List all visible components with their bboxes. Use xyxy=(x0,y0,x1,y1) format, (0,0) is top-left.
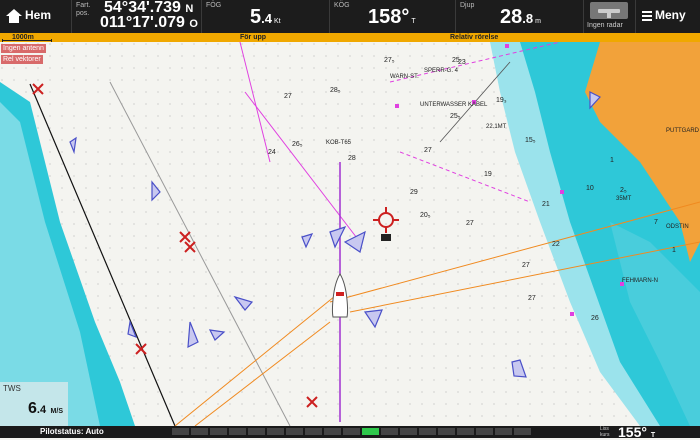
sounding: 10 xyxy=(586,185,594,192)
sounding: 28₅ xyxy=(330,87,341,94)
sounding: 21 xyxy=(542,201,550,208)
sounding: 2₅ xyxy=(620,187,627,194)
chart-label: WARN-ST. xyxy=(390,74,419,80)
xte-segment xyxy=(172,428,189,435)
chart-label: ODSTIN xyxy=(666,224,689,230)
depth-cell: Djup 28.8 m xyxy=(456,0,584,33)
sounding: 29 xyxy=(410,189,418,196)
fog-cell: FÖG 5.4 Kt xyxy=(202,0,330,33)
sounding: 1 xyxy=(672,247,676,254)
xte-segment xyxy=(343,428,360,435)
sounding: 1 xyxy=(610,157,614,164)
status-bar: Hem Fart. pos. 54°34'.739 N 011°17'.079 … xyxy=(0,0,700,33)
xte-segment xyxy=(286,428,303,435)
xte-segment xyxy=(457,428,474,435)
chart-label: 35MT xyxy=(616,196,632,202)
chart-label: KOB-T65 xyxy=(326,140,352,146)
xte-segment xyxy=(191,428,208,435)
home-icon xyxy=(6,9,22,23)
xte-segment xyxy=(362,428,379,435)
sounding: 24 xyxy=(268,149,276,156)
longitude-value: 011°17'.079 O xyxy=(100,14,198,31)
xte-segment xyxy=(400,428,417,435)
sounding: 27 xyxy=(284,93,292,100)
pilot-bar: Pilotstatus: Auto Liss kurs 155° T xyxy=(0,424,700,440)
home-button[interactable]: Hem xyxy=(0,0,72,33)
xte-segment xyxy=(324,428,341,435)
fog-value: 5.4 Kt xyxy=(250,6,281,28)
chart-label: 22.1MT xyxy=(486,124,507,130)
sounding: 25₅ xyxy=(450,113,461,120)
menu-icon xyxy=(642,11,652,21)
sounding: 7 xyxy=(654,219,658,226)
rel-vectors-indicator: Rel vektorer xyxy=(1,55,43,64)
sounding: 27₅ xyxy=(384,57,395,64)
sounding: 27 xyxy=(522,262,530,269)
tws-panel[interactable]: TWS 6.4 M/S xyxy=(0,382,68,426)
sounding: 27 xyxy=(528,295,536,302)
kog-value: 158° T xyxy=(368,6,416,28)
no-antenna-indicator: Ingen antenn xyxy=(1,44,46,53)
motion-label[interactable]: Relativ rörelse xyxy=(450,33,498,42)
xte-segment xyxy=(267,428,284,435)
chart-info-bar: 1000m För upp Relativ rörelse xyxy=(0,33,700,42)
sounding: 22 xyxy=(552,241,560,248)
xte-segment xyxy=(495,428,512,435)
xte-segment xyxy=(476,428,493,435)
sounding: 28 xyxy=(348,155,356,162)
sounding: 15₅ xyxy=(525,137,536,144)
pilot-status[interactable]: Pilotstatus: Auto xyxy=(40,427,104,436)
nautical-chart[interactable]: 27₅ 28₅ 23 19₃ 25₅ 28 26₅ 27 29 15₅ 21 2… xyxy=(0,42,700,426)
position-label: Fart. pos. xyxy=(76,2,91,17)
tws-value: 6.4 M/S xyxy=(28,400,63,417)
position-cell: Fart. pos. 54°34'.739 N 011°17'.079 O xyxy=(72,0,202,33)
radar-button[interactable]: Ingen radar xyxy=(584,0,636,33)
xte-segment xyxy=(419,428,436,435)
xte-segment xyxy=(229,428,246,435)
radar-icon xyxy=(590,2,628,19)
menu-button[interactable]: Meny xyxy=(636,0,700,33)
xte-segment xyxy=(305,428,322,435)
sounding: 19₃ xyxy=(496,97,507,104)
xte-segment xyxy=(210,428,227,435)
xte-segment xyxy=(248,428,265,435)
sounding: 27 xyxy=(466,220,474,227)
sounding: 19 xyxy=(484,171,492,178)
sounding: 25 xyxy=(452,57,460,64)
sounding: 27 xyxy=(424,147,432,154)
xte-segment xyxy=(381,428,398,435)
chart-canvas[interactable]: 27₅ 28₅ 23 19₃ 25₅ 28 26₅ 27 29 15₅ 21 2… xyxy=(0,42,700,426)
chart-label: UNTERWASSER KABEL xyxy=(420,102,488,108)
depth-value: 28.8 m xyxy=(500,6,541,28)
orientation-label[interactable]: För upp xyxy=(240,33,266,42)
xte-segment xyxy=(438,428,455,435)
chart-label: FEHMARN-N xyxy=(622,278,658,284)
sounding: 26₅ xyxy=(292,141,303,148)
kog-cell: KÖG 158° T xyxy=(330,0,456,33)
xte-segment xyxy=(514,428,531,435)
chart-label: SPERR-G. 4 xyxy=(424,68,459,74)
sounding: 20₅ xyxy=(420,212,431,219)
chart-label: PUTTGARD xyxy=(666,128,700,134)
sounding: 26 xyxy=(591,315,599,322)
